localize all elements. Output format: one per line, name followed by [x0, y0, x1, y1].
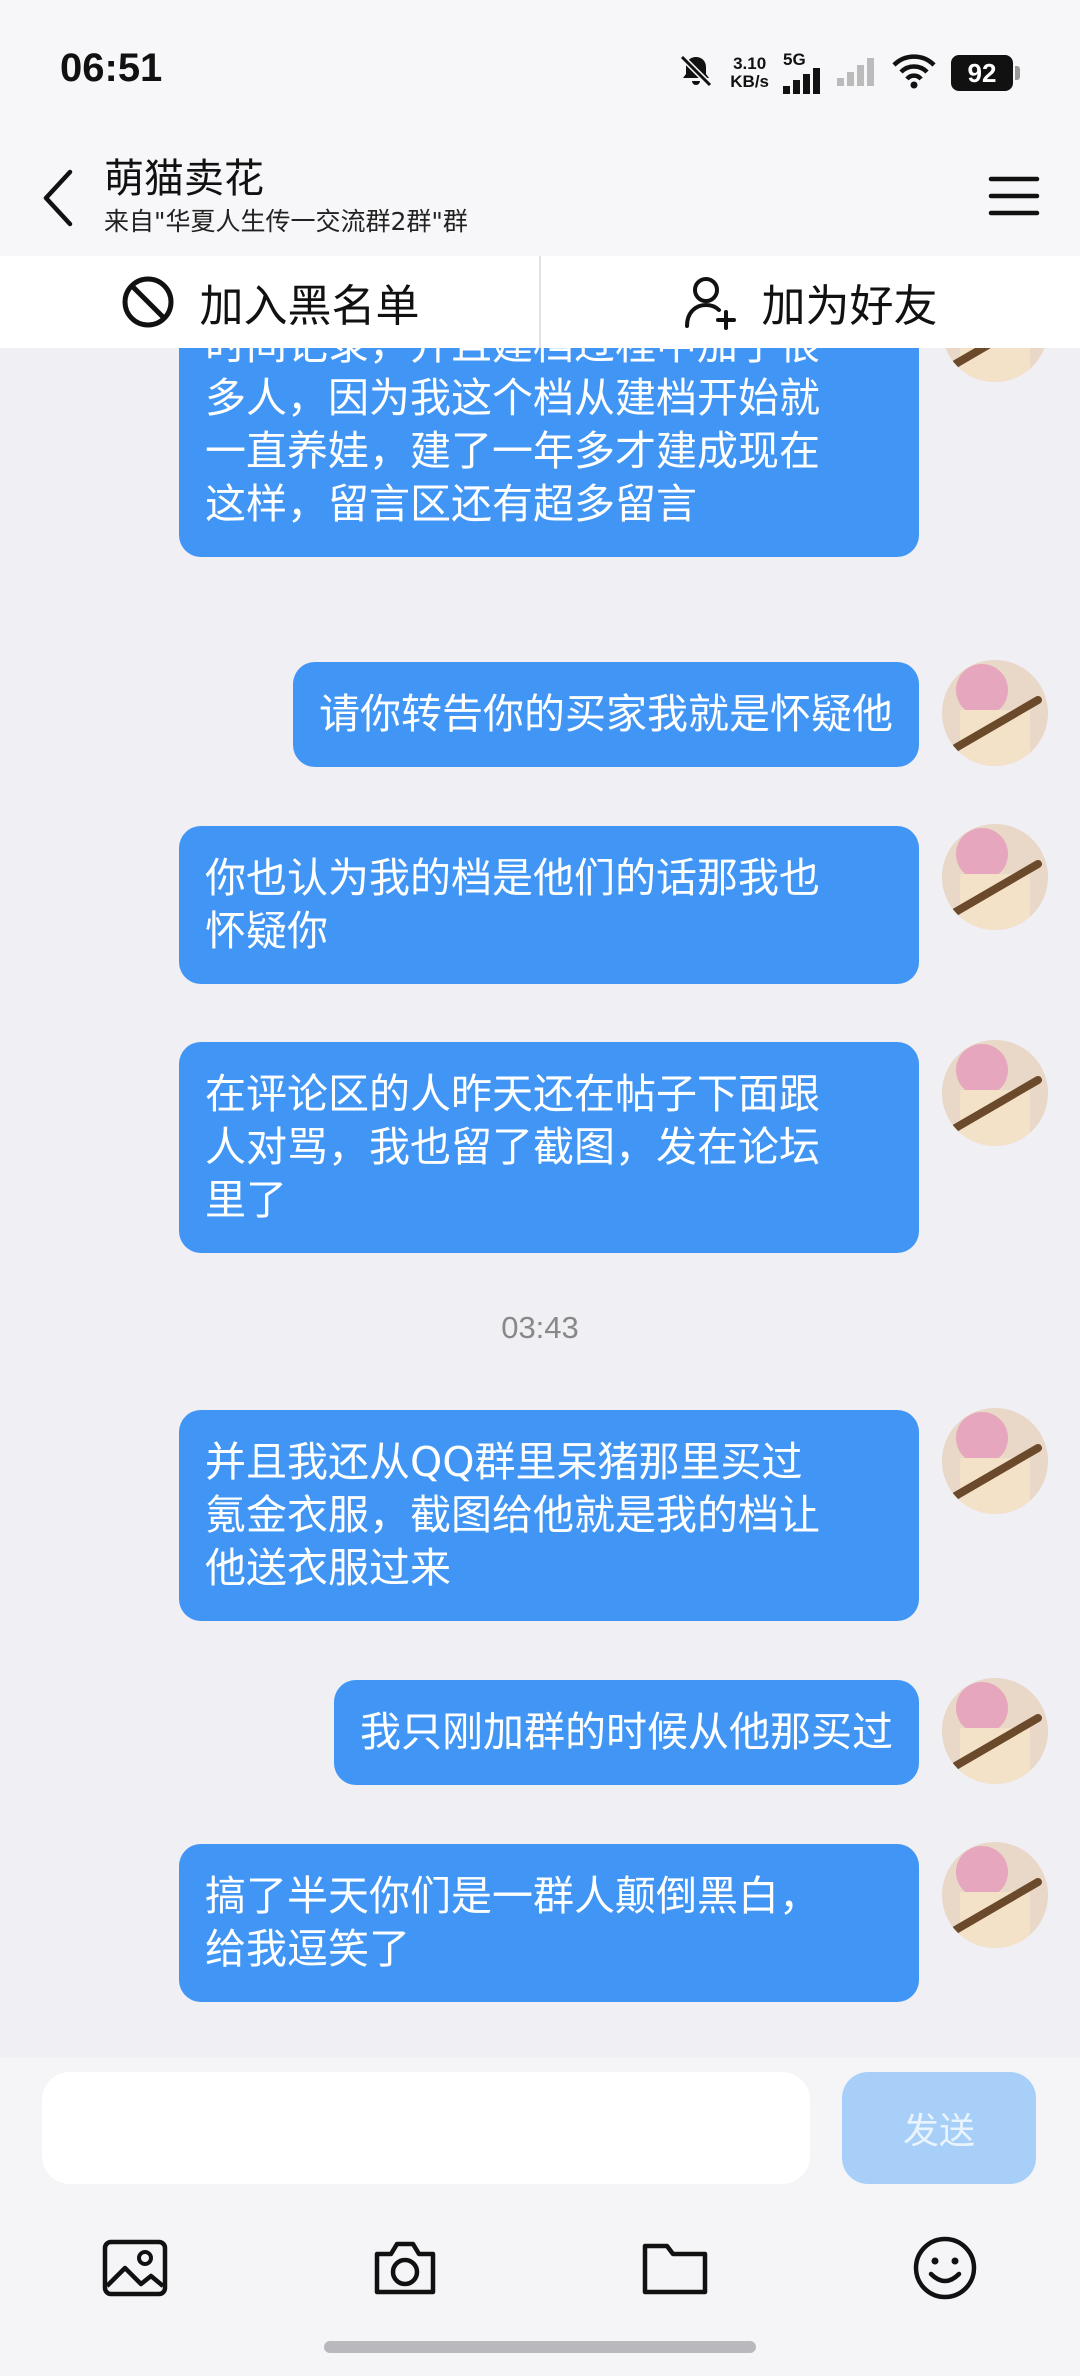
status-time: 06:51 [60, 46, 163, 90]
avatar[interactable] [942, 1842, 1048, 1948]
folder-icon [642, 2243, 708, 2295]
signal-icon [837, 56, 877, 90]
chat-subtitle: 来自"华夏人生传一交流群2群"群 [104, 207, 468, 236]
battery-tip [1015, 66, 1020, 80]
network-type: 5G [783, 50, 806, 69]
menu-button[interactable] [982, 164, 1046, 228]
message-bubble[interactable]: 你也认为我的档是他们的话那我也 怀疑你 [179, 826, 919, 984]
block-icon [122, 276, 173, 328]
mute-bell-icon [676, 51, 716, 95]
chat-messages[interactable]: 我的档都是我自己画图做的，还有 时间记录，并且建档过程中加了很 多人，因为我这个… [0, 348, 1080, 2058]
emoji-button[interactable] [903, 2226, 987, 2310]
status-bar: 06:51 3.10 KB/s 5G 92 [0, 0, 1080, 140]
status-icons: 3.10 KB/s 5G 92 [676, 50, 1020, 96]
image-button[interactable] [93, 2226, 177, 2310]
blacklist-label: 加入黑名单 [199, 281, 420, 332]
input-toolbar [0, 2226, 1080, 2310]
message-bubble[interactable]: 我的档都是我自己画图做的，还有 时间记录，并且建档过程中加了很 多人，因为我这个… [179, 348, 919, 557]
battery-level: 92 [951, 55, 1013, 91]
image-icon [102, 2239, 168, 2297]
chat-header: 萌猫卖花 来自"华夏人生传一交流群2群"群 [0, 140, 1080, 256]
net-speed-unit: KB/s [730, 72, 769, 91]
chevron-left-icon [43, 169, 73, 227]
chat-title: 萌猫卖花 [104, 156, 264, 202]
avatar[interactable] [942, 660, 1048, 766]
net-speed-value: 3.10 [733, 54, 767, 73]
battery-icon: 92 [951, 55, 1020, 91]
camera-icon [374, 2241, 436, 2295]
input-bar: 发送 [0, 2058, 1080, 2376]
avatar[interactable] [942, 1408, 1048, 1514]
blacklist-button[interactable]: 加入黑名单 [0, 256, 539, 348]
wifi-icon [891, 53, 937, 93]
message-timestamp: 03:43 [501, 1310, 579, 1345]
message-bubble[interactable]: 我只刚加群的时候从他那买过 [334, 1680, 919, 1785]
avatar[interactable] [942, 1678, 1048, 1784]
avatar[interactable] [942, 348, 1048, 382]
send-button[interactable]: 发送 [842, 2072, 1036, 2184]
message-bubble[interactable]: 请你转告你的买家我就是怀疑他 [293, 662, 919, 767]
message-bubble[interactable]: 并且我还从QQ群里呆猪那里买过 氪金衣服，截图给他就是我的档让 他送衣服过来 [179, 1410, 919, 1621]
back-button[interactable] [30, 158, 86, 238]
folder-button[interactable] [633, 2226, 717, 2310]
message-bubble[interactable]: 在评论区的人昨天还在帖子下面跟 人对骂，我也留了截图，发在论坛 里了 [179, 1042, 919, 1253]
emoji-icon [913, 2236, 977, 2300]
add-friend-label: 加为好友 [761, 281, 938, 332]
camera-button[interactable] [363, 2226, 447, 2310]
action-bar: 加入黑名单 加为好友 [0, 256, 1080, 348]
message-input[interactable] [42, 2072, 810, 2184]
add-friend-button[interactable]: 加为好友 [541, 256, 1080, 348]
avatar[interactable] [942, 1040, 1048, 1146]
menu-icon [988, 176, 1040, 216]
avatar[interactable] [942, 824, 1048, 930]
home-indicator[interactable] [324, 2341, 756, 2353]
message-bubble[interactable]: 搞了半天你们是一群人颠倒黑白， 给我逗笑了 [179, 1844, 919, 2002]
network-speed: 3.10 KB/s [730, 55, 769, 91]
add-user-icon [684, 277, 736, 330]
signal-5g-icon: 5G [783, 50, 823, 94]
